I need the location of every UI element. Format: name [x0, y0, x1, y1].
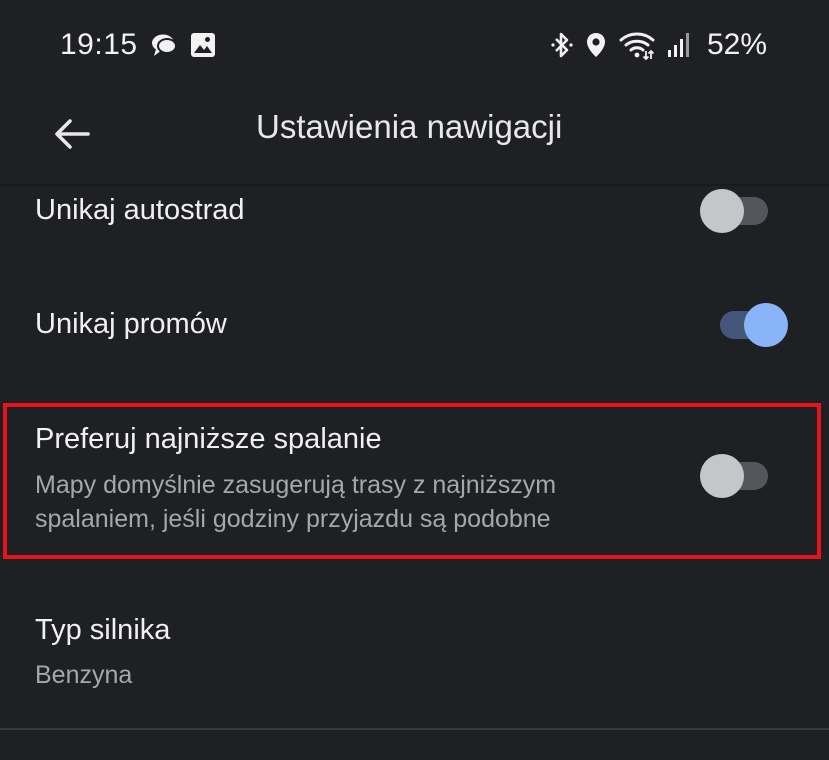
chat-bubble-icon — [150, 28, 178, 62]
setting-title: Typ silnika — [35, 614, 171, 646]
setting-subtitle-line: Mapy domyślnie zasugerują trasy z najniż… — [35, 471, 557, 499]
prefer-fuel-efficient-toggle[interactable] — [700, 453, 772, 499]
image-icon — [190, 28, 216, 62]
screen: 19:15 52% Ustawienia nawigacji Unikaj au… — [0, 0, 829, 760]
setting-row-avoid-ferries[interactable]: Unikaj promów — [0, 290, 829, 370]
setting-row-avoid-highways[interactable]: Unikaj autostrad — [0, 188, 829, 268]
avoid-ferries-toggle[interactable] — [714, 302, 788, 348]
setting-row-prefer-fuel-efficient[interactable]: Preferuj najniższe spalanie Mapy domyśln… — [0, 407, 829, 555]
page-title: Ustawienia nawigacji — [256, 108, 563, 145]
setting-value: Benzyna — [35, 661, 133, 689]
location-pin-icon — [585, 28, 607, 62]
signal-icon — [667, 28, 689, 62]
setting-title: Unikaj autostrad — [35, 194, 245, 226]
app-bar: Ustawienia nawigacji — [0, 92, 829, 184]
toggle-thumb — [700, 189, 744, 233]
arrow-back-icon — [55, 119, 90, 149]
setting-row-engine-type[interactable]: Typ silnika Benzyna — [0, 600, 829, 710]
toggle-thumb — [744, 303, 788, 347]
status-bar-left: 19:15 — [60, 28, 216, 62]
wifi-icon — [619, 28, 655, 62]
setting-subtitle-line: spalaniem, jeśli godziny przyjazdu są po… — [35, 505, 551, 533]
status-bar-right: 52% — [551, 28, 767, 62]
avoid-highways-toggle[interactable] — [700, 188, 772, 234]
back-button[interactable] — [44, 106, 100, 162]
setting-title: Preferuj najniższe spalanie — [35, 423, 382, 455]
status-bar: 19:15 52% — [0, 0, 829, 92]
battery-percentage: 52% — [706, 28, 767, 61]
setting-subtitle: Mapy domyślnie zasugerują trasy z najniż… — [35, 468, 675, 536]
setting-title: Unikaj promów — [35, 308, 227, 340]
divider — [0, 728, 829, 730]
status-time: 19:15 — [60, 28, 138, 61]
toggle-thumb — [700, 454, 744, 498]
bluetooth-icon — [551, 28, 573, 62]
